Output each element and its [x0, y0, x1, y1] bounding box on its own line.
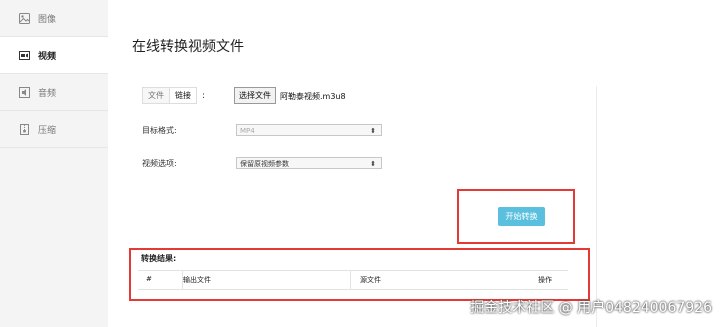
image-icon	[18, 12, 30, 24]
tab-file[interactable]: 文件	[142, 87, 170, 104]
tab-colon: :	[202, 90, 206, 101]
file-name: 阿勒泰视频.m3u8	[280, 92, 346, 101]
video-options-label: 视频选项:	[142, 159, 177, 168]
column-header-actions: 操作	[538, 276, 552, 284]
column-header-index: #	[146, 275, 152, 283]
sidebar-item-audio[interactable]: 音频	[0, 74, 108, 111]
source-tabs: 文件 链接 :	[142, 87, 205, 104]
sidebar-item-label: 图像	[38, 14, 57, 25]
video-options-select[interactable]: 保留原视频参数 ⬍	[236, 157, 382, 169]
sidebar-item-label: 音频	[38, 88, 57, 99]
sidebar-item-label: 视频	[38, 51, 57, 62]
audio-icon	[18, 86, 30, 98]
choose-file-button[interactable]: 选择文件	[234, 87, 276, 104]
select-arrows-icon: ⬍	[370, 160, 376, 168]
sidebar-item-image[interactable]: 图像	[0, 0, 108, 37]
select-arrows-icon: ⬍	[370, 127, 376, 135]
column-header-source: 源文件	[360, 276, 381, 284]
sidebar-item-video[interactable]: 视频	[0, 37, 108, 74]
archive-icon	[18, 123, 30, 135]
video-icon	[18, 49, 30, 61]
column-divider	[350, 271, 351, 289]
main-content: 在线转换视频文件 文件 链接 : 选择文件 阿勒泰视频.m3u8 目标格式: M…	[108, 0, 720, 327]
target-format-value: MP4	[240, 127, 255, 135]
results-table-header: # 输出文件 源文件 操作	[138, 270, 568, 290]
column-header-output: 输出文件	[183, 276, 211, 284]
results-label: 转换结果:	[141, 254, 177, 263]
sidebar-item-label: 压缩	[38, 125, 57, 136]
video-options-value: 保留原视频参数	[240, 160, 289, 168]
target-format-select[interactable]: MP4 ⬍	[236, 124, 382, 136]
target-format-label: 目标格式:	[142, 126, 177, 135]
sidebar-item-compress[interactable]: 压缩	[0, 111, 108, 148]
page-title: 在线转换视频文件	[132, 39, 244, 55]
watermark: 掘金技术社区 @ 用户048240067926	[470, 300, 712, 316]
tab-link[interactable]: 链接	[170, 87, 197, 104]
start-convert-button[interactable]: 开始转换	[498, 207, 545, 226]
sidebar: 图像 视频 音频 压缩	[0, 0, 109, 327]
panel-divider	[596, 86, 597, 327]
